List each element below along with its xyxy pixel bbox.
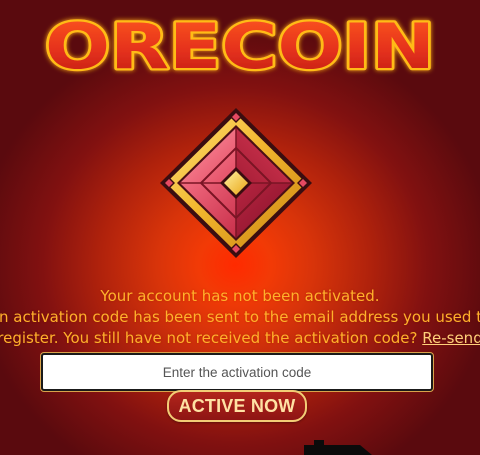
- message-line-3: register. You still have not received th…: [0, 329, 418, 347]
- resend-link[interactable]: Re-send: [422, 329, 480, 347]
- logo-text: ORECOIN: [45, 10, 435, 83]
- cursor-icon: [304, 440, 372, 455]
- activation-code-input[interactable]: [41, 353, 433, 391]
- not-activated-message: Your account has not been activated.: [0, 286, 480, 307]
- resend-message: register. You still have not received th…: [0, 328, 480, 349]
- orecoin-logo: ORECOIN: [43, 8, 438, 86]
- message-line-1: Your account has not been activated.: [100, 287, 380, 305]
- active-now-button[interactable]: ACTIVE NOW: [167, 390, 307, 422]
- message-line-2: An activation code has been sent to the …: [0, 308, 480, 326]
- activation-sent-message: An activation code has been sent to the …: [0, 307, 480, 328]
- red-gem-icon: [160, 108, 312, 258]
